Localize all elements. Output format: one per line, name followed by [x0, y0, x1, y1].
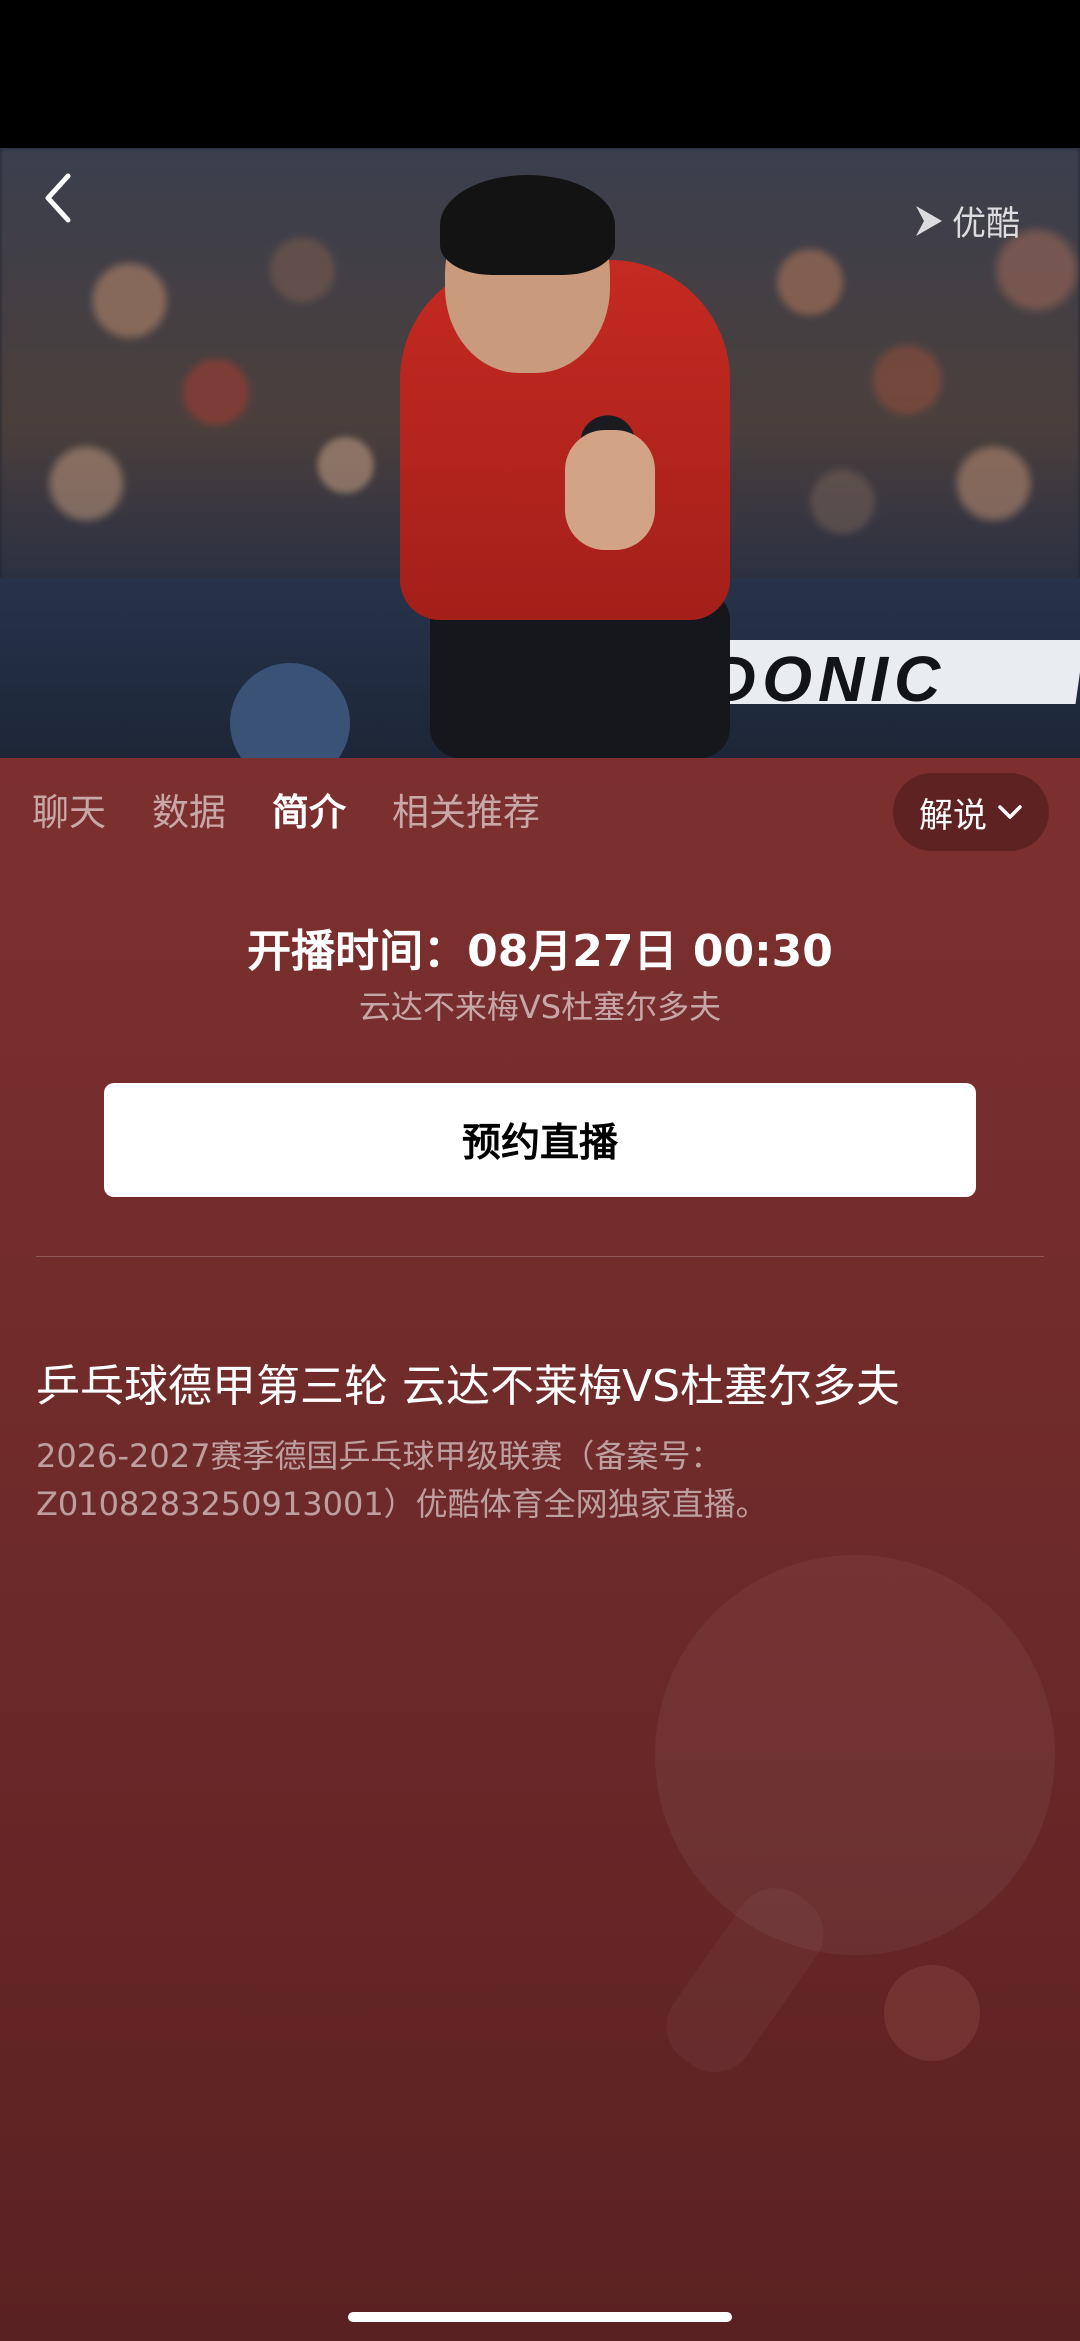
event-description: 2026-2027赛季德国乒乓球甲级联赛（备案号：Z01082832509130…	[36, 1437, 768, 1523]
chevron-down-icon	[998, 805, 1022, 819]
tab-chat[interactable]: 聊天	[32, 782, 106, 836]
player-hair	[440, 175, 615, 275]
brand-name: 优酷	[952, 204, 1020, 244]
screen: DONIC 优酷 聊天 数据 简介 相关推荐 解说 开播时间：08月27日 00…	[0, 0, 1080, 2341]
tab-bar: 聊天 数据 简介 相关推荐	[32, 782, 540, 836]
status-bar	[0, 0, 1080, 148]
play-logo-icon	[916, 205, 942, 236]
event-title: 乒乓球德甲第三轮 云达不莱梅VS杜塞尔多夫	[36, 1361, 901, 1412]
back-icon[interactable]	[38, 170, 86, 226]
tab-data[interactable]: 数据	[152, 782, 226, 836]
reserve-live-button[interactable]: 预约直播	[104, 1083, 976, 1197]
commentary-label: 解说	[919, 795, 987, 836]
match-subtitle: 云达不来梅VS杜塞尔多夫	[358, 988, 722, 1026]
background-paddle-handle	[650, 1872, 840, 2088]
commentary-dropdown[interactable]: 解说	[893, 773, 1049, 851]
start-time: 开播时间：08月27日 00:30	[247, 926, 833, 977]
board-text: DONIC	[710, 643, 947, 715]
background-paddle-graphic	[655, 1555, 1055, 1955]
youku-logo: 优酷	[912, 196, 1020, 245]
background-ball-graphic	[884, 1965, 980, 2061]
player-arm	[565, 430, 655, 550]
tab-intro[interactable]: 简介	[272, 782, 346, 836]
home-indicator[interactable]	[348, 2312, 732, 2322]
tab-related[interactable]: 相关推荐	[392, 782, 540, 836]
divider	[36, 1256, 1044, 1257]
